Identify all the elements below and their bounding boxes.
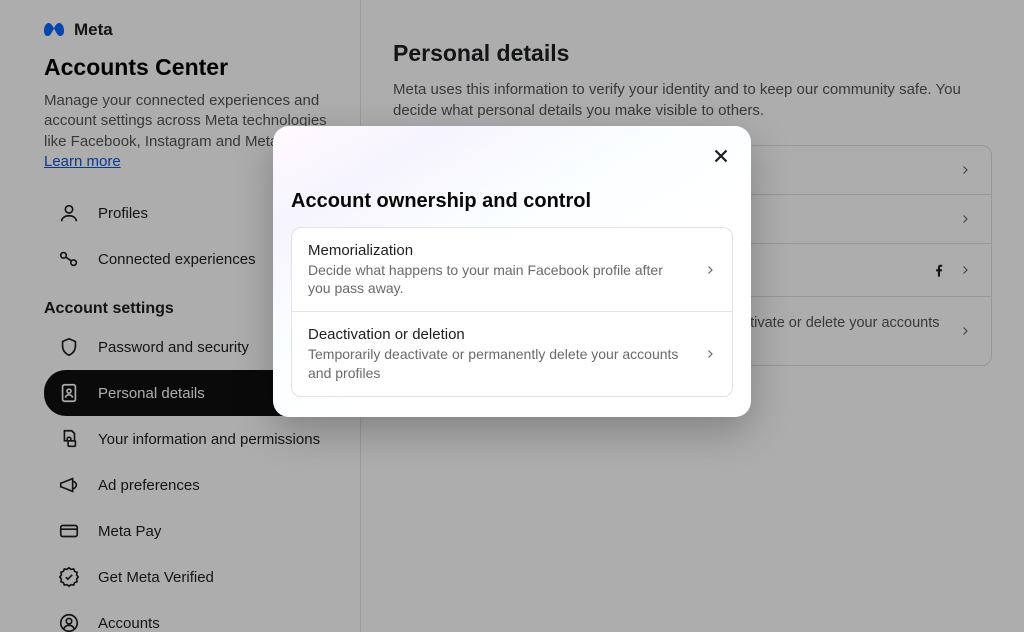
chevron-right-icon — [704, 264, 716, 276]
app-root: Meta Accounts Center Manage your connect… — [0, 0, 1024, 632]
dialog-title: Account ownership and control — [291, 190, 733, 213]
dialog-row-sub: Decide what happens to your main Faceboo… — [308, 261, 688, 297]
ownership-dialog: Account ownership and control Memorializ… — [273, 126, 751, 417]
dialog-row-deactivation[interactable]: Deactivation or deletion Temporarily dea… — [292, 312, 732, 395]
close-button[interactable] — [707, 142, 735, 170]
dialog-row-title: Deactivation or deletion — [308, 326, 688, 343]
dialog-list: Memorialization Decide what happens to y… — [291, 227, 733, 397]
dialog-row-sub: Temporarily deactivate or permanently de… — [308, 345, 688, 381]
dialog-row-memorialization[interactable]: Memorialization Decide what happens to y… — [292, 228, 732, 312]
chevron-right-icon — [704, 348, 716, 360]
dialog-row-title: Memorialization — [308, 242, 688, 259]
modal-overlay[interactable]: Account ownership and control Memorializ… — [0, 0, 1024, 632]
close-icon — [710, 145, 732, 167]
